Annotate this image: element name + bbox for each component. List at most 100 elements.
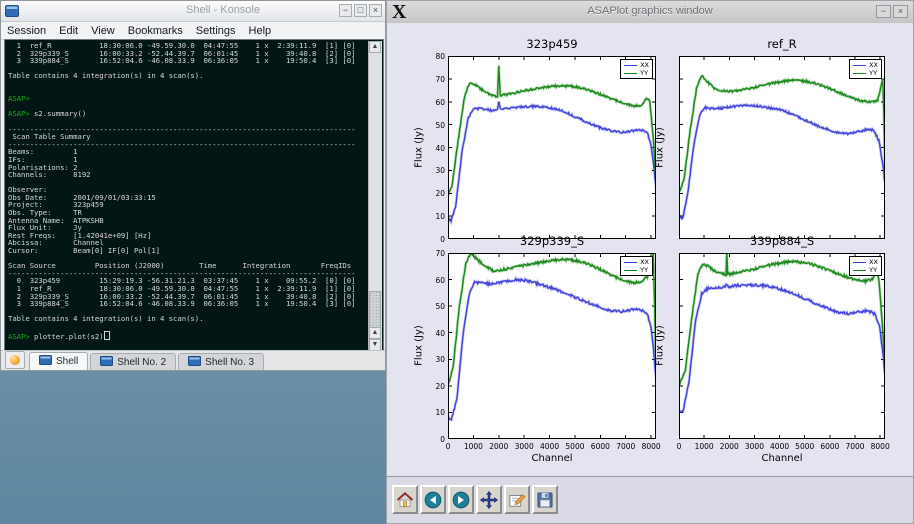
save-button[interactable] (532, 485, 558, 514)
plot-canvas: 323p45901020304050607080ChannelFlux (Jy)… (387, 23, 913, 478)
subplot-ref_R: ref_RChannelFlux (Jy)XXYY (679, 56, 885, 239)
menu-item-settings[interactable]: Settings (196, 25, 236, 37)
y-axis-label: Flux (Jy) (414, 316, 425, 376)
x-axis-label: Channel (679, 453, 885, 464)
pan-button[interactable] (476, 485, 502, 514)
configure-subplots-button[interactable] (504, 485, 530, 514)
y-tick-label: 60 (419, 98, 445, 107)
legend: XXYY (620, 59, 653, 79)
legend-line-sample (624, 73, 637, 74)
terminal-scrollbar[interactable]: ▲ ▲ ▼ (368, 41, 382, 351)
asap-prompt: ASAP> (8, 94, 30, 103)
home-button[interactable] (392, 485, 418, 514)
plot-area (679, 253, 885, 439)
tab-shell-no-2[interactable]: Shell No. 2 (90, 353, 176, 370)
legend-line-sample (624, 262, 637, 263)
minimize-button[interactable]: − (876, 5, 891, 18)
terminal-tab-icon (39, 355, 52, 368)
floppy-save-icon (535, 490, 555, 510)
plot-title: 323p459 (428, 37, 676, 51)
plot-title: ref_R (659, 37, 905, 51)
legend-line-sample (624, 65, 637, 66)
y-axis-label: Flux (Jy) (414, 117, 425, 177)
y-tick-label: 60 (419, 276, 445, 285)
legend-label: XX (869, 61, 878, 69)
legend-line-sample (624, 270, 637, 271)
page-pencil-icon (507, 490, 527, 510)
legend-label: YY (869, 266, 877, 274)
legend-label: XX (869, 258, 878, 266)
terminal-tab-icon (188, 356, 201, 369)
tab-shell[interactable]: Shell (29, 352, 88, 370)
legend-entry-XX: XX (853, 258, 878, 266)
legend-line-sample (853, 262, 866, 263)
konsole-window-title: Shell - Konsole (121, 4, 325, 16)
session-ball-icon (10, 355, 20, 365)
y-tick-label: 20 (419, 189, 445, 198)
plot-title: 329p339_S (428, 234, 676, 248)
back-arrow-icon (423, 490, 443, 510)
konsole-tabbar: Shell Shell No. 2 Shell No. 3 (1, 350, 385, 370)
legend-label: YY (640, 69, 648, 77)
y-tick-label: 70 (419, 75, 445, 84)
terminal-cursor (104, 331, 111, 340)
legend-label: XX (640, 61, 649, 69)
menu-item-bookmarks[interactable]: Bookmarks (128, 25, 183, 37)
new-session-button[interactable] (5, 351, 25, 369)
y-tick-label: 50 (419, 302, 445, 311)
plot-title: 339p884_S (659, 234, 905, 248)
scroll-up-button[interactable]: ▲ (369, 41, 381, 53)
legend-line-sample (853, 270, 866, 271)
legend-label: YY (640, 266, 648, 274)
maximize-button[interactable]: □ (354, 4, 367, 17)
legend-entry-YY: YY (624, 266, 649, 274)
x-tick-label: 8000 (863, 442, 897, 451)
terminal-area[interactable]: 1 ref_R 18:30:06.0 -49.59.30.0 04:47:55 … (4, 39, 384, 353)
y-tick-label: 10 (419, 408, 445, 417)
home-icon (395, 490, 415, 510)
menu-item-help[interactable]: Help (249, 25, 272, 37)
legend: XXYY (849, 59, 882, 79)
scroll-up-button-bottom[interactable]: ▲ (369, 327, 381, 339)
minimize-button[interactable]: − (339, 4, 352, 17)
menu-item-session[interactable]: Session (7, 25, 46, 37)
legend-entry-YY: YY (853, 69, 878, 77)
y-axis-label: Flux (Jy) (655, 117, 666, 177)
konsole-menubar: Session Edit View Bookmarks Settings Help (1, 22, 385, 40)
asaplot-titlebar[interactable]: X ASAPlot graphics window − × (387, 1, 913, 24)
tab-label: Shell No. 3 (205, 357, 254, 368)
subplot-323p459: 323p45901020304050607080ChannelFlux (Jy)… (448, 56, 656, 239)
legend-entry-YY: YY (624, 69, 649, 77)
back-button[interactable] (420, 485, 446, 514)
forward-button[interactable] (448, 485, 474, 514)
subplot-339p884_S: 339p884_S0100020003000400050006000700080… (679, 253, 885, 439)
legend-entry-XX: XX (624, 258, 649, 266)
konsole-titlebar[interactable]: Shell - Konsole − □ × (1, 1, 385, 22)
menu-item-edit[interactable]: Edit (59, 25, 78, 37)
pan-arrows-icon (479, 490, 499, 510)
tab-label: Shell (56, 356, 78, 367)
tab-shell-no-3[interactable]: Shell No. 3 (178, 353, 264, 370)
forward-arrow-icon (451, 490, 471, 510)
asaplot-window-title: ASAPlot graphics window (387, 5, 913, 17)
asaplot-window: X ASAPlot graphics window − × 323p459010… (386, 0, 914, 524)
legend-entry-XX: XX (853, 61, 878, 69)
subplot-329p339_S: 329p339_S0102030405060700100020003000400… (448, 253, 656, 439)
legend-line-sample (853, 73, 866, 74)
konsole-window: Shell - Konsole − □ × Session Edit View Boo… (0, 0, 386, 371)
plot-toolbar (387, 476, 913, 523)
y-axis-label: Flux (Jy) (655, 316, 666, 376)
legend: XXYY (849, 256, 882, 276)
terminal-tab-icon (100, 356, 113, 369)
y-tick-label: 80 (419, 52, 445, 61)
asap-prompt: ASAP> (8, 332, 30, 341)
y-tick-label: 70 (419, 249, 445, 258)
close-button[interactable]: × (369, 4, 382, 17)
plot-area (448, 56, 656, 239)
plot-area (679, 56, 885, 239)
menu-item-view[interactable]: View (91, 25, 115, 37)
legend: XXYY (620, 256, 653, 276)
terminal-text: 1 ref_R 18:30:06.0 -49.59.30.0 04:47:55 … (8, 42, 367, 352)
legend-label: YY (869, 69, 877, 77)
close-button[interactable]: × (893, 5, 908, 18)
